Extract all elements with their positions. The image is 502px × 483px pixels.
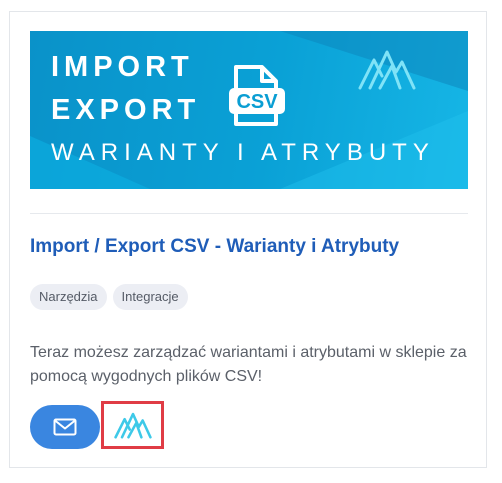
- brand-logo-icon: [356, 46, 418, 97]
- csv-badge-label: CSV: [236, 91, 278, 113]
- tag-integracje[interactable]: Integracje: [112, 284, 188, 310]
- tag-list: Narzędzia Integracje: [30, 284, 188, 310]
- card-divider: [30, 213, 468, 214]
- product-title[interactable]: Import / Export CSV - Warianty i Atrybut…: [30, 236, 399, 258]
- brand-logo-icon: [113, 412, 152, 439]
- banner-line-import: IMPORT: [51, 51, 194, 83]
- csv-file-icon: CSV: [228, 64, 286, 133]
- product-description: Teraz możesz zarządzać wariantami i atry…: [30, 344, 467, 385]
- product-banner[interactable]: IMPORT EXPORT WARIANTY I ATRYBUTY CSV: [30, 31, 468, 189]
- envelope-icon: [53, 418, 77, 436]
- banner-line-export: EXPORT: [51, 94, 201, 126]
- developer-logo-button[interactable]: [101, 401, 164, 449]
- tag-narzedzia[interactable]: Narzędzia: [30, 284, 107, 310]
- contact-mail-button[interactable]: [30, 405, 100, 449]
- banner-line-subtitle: WARIANTY I ATRYBUTY: [51, 139, 435, 166]
- product-card: IMPORT EXPORT WARIANTY I ATRYBUTY CSV Im…: [9, 11, 487, 468]
